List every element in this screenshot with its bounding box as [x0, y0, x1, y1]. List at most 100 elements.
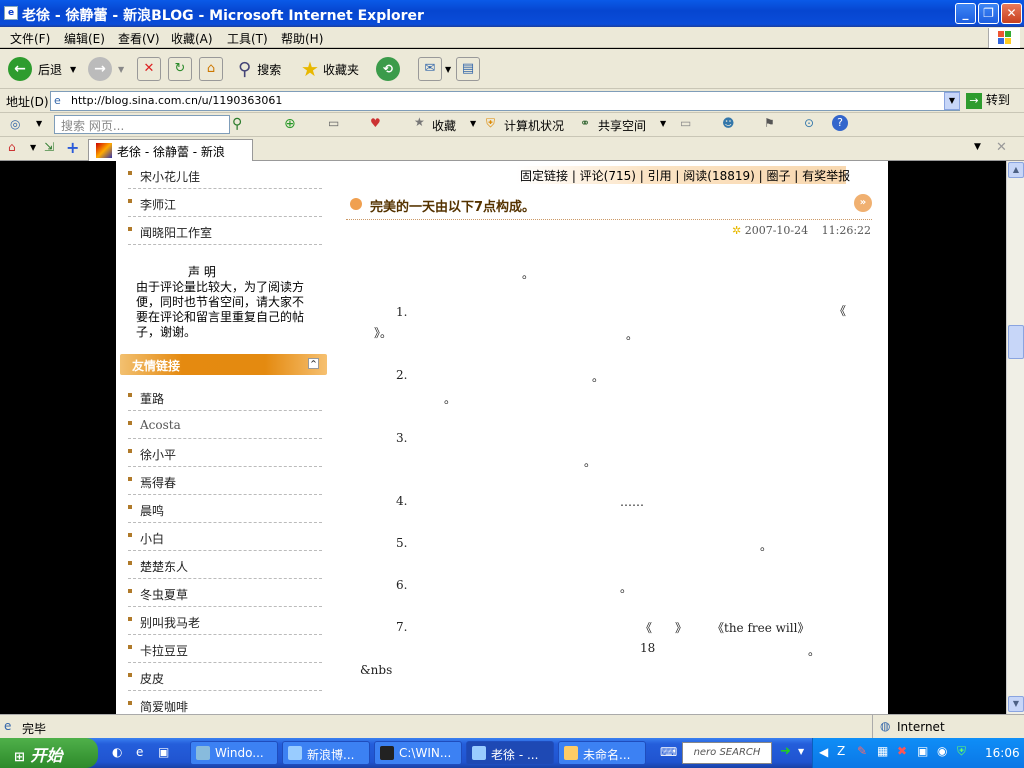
toolbar-logo-icon[interactable]: ◎ — [10, 117, 20, 131]
web-search-input[interactable]: 搜索 网页... — [54, 115, 230, 134]
scroll-thumb[interactable] — [1008, 325, 1024, 359]
friend-link[interactable]: 别叫我马老 — [128, 611, 322, 635]
new-tab-icon[interactable]: + — [66, 138, 79, 157]
go-button[interactable]: → 转到 — [966, 91, 1010, 109]
friend-link[interactable]: 卡拉豆豆 — [128, 639, 322, 663]
tray-app-icon[interactable]: ▣ — [917, 744, 928, 758]
task-button-active[interactable]: 老徐 - ... — [466, 741, 554, 765]
search-icon: ⚲ — [238, 58, 252, 80]
menu-favorites[interactable]: 收藏(A) — [171, 30, 213, 47]
menu-edit[interactable]: 编辑(E) — [64, 30, 105, 47]
menu-help[interactable]: 帮助(H) — [281, 30, 323, 47]
dropdown-arrow-icon[interactable]: ▼ — [445, 65, 451, 74]
menu-tools[interactable]: 工具(T) — [227, 30, 268, 47]
history-button[interactable]: ⟲ — [376, 55, 400, 83]
friend-link[interactable]: 皮皮 — [128, 667, 322, 691]
keyboard-icon[interactable]: ⌨ — [660, 745, 677, 759]
post-links[interactable]: 固定链接 | 评论(715) | 引用 | 阅读(18819) | 圈子 | 有… — [516, 166, 850, 184]
sidebar-link[interactable]: 宋小花儿佳 — [128, 165, 322, 189]
body-text: …… — [620, 495, 644, 509]
friend-link[interactable]: 董路 — [128, 387, 322, 411]
task-button[interactable]: C:\WIN... — [374, 741, 462, 765]
body-text: 《the free will》 — [712, 621, 810, 635]
window-icon[interactable]: ▭ — [680, 116, 691, 130]
expand-icon[interactable]: » — [854, 194, 872, 212]
mail-icon[interactable]: ♥ — [370, 116, 381, 130]
tab-list-icon[interactable]: ⇲ — [44, 140, 54, 154]
clock[interactable]: 16:06 — [985, 746, 1020, 760]
address-dropdown-icon[interactable]: ▼ — [944, 92, 960, 110]
vertical-scrollbar[interactable]: ▲ ▼ — [1006, 161, 1024, 714]
dropdown-arrow-icon[interactable]: ▼ — [36, 119, 42, 128]
collapse-icon[interactable]: ^ — [308, 358, 319, 369]
tab-menu-icon[interactable]: ▼ — [974, 142, 981, 152]
computer-status-link[interactable]: 计算机状况 — [504, 117, 564, 134]
scroll-down-icon[interactable]: ▼ — [1008, 696, 1024, 712]
dropdown-arrow-icon[interactable]: ▼ — [70, 65, 76, 74]
forward-button[interactable]: → ▼ — [88, 55, 124, 83]
add-icon[interactable]: ⊕ — [284, 116, 296, 132]
paint-icon — [564, 746, 578, 760]
friend-link[interactable]: 焉得春 — [128, 471, 322, 495]
dropdown-arrow-icon[interactable]: ▼ — [118, 65, 124, 74]
dropdown-arrow-icon[interactable]: ▼ — [470, 119, 476, 128]
stop-button[interactable]: ✕ — [137, 55, 161, 83]
minimize-button[interactable]: _ — [955, 3, 976, 24]
favorites-link[interactable]: 收藏 — [432, 117, 456, 134]
people-icon[interactable]: ☻ — [722, 116, 735, 130]
home-button[interactable]: ⌂ — [199, 55, 223, 83]
tray-app-icon[interactable]: ◉ — [937, 744, 947, 758]
close-tab-icon[interactable]: ✕ — [996, 140, 1007, 155]
dropdown-arrow-icon[interactable]: ▼ — [798, 747, 804, 756]
share-space-link[interactable]: 共享空间 — [598, 117, 646, 134]
up-circle-icon[interactable]: ⊙ — [804, 116, 814, 130]
task-button[interactable]: 新浪博... — [282, 741, 370, 765]
tray-chevron-icon[interactable]: ◀ — [819, 745, 828, 759]
friend-link[interactable]: 徐小平 — [128, 443, 322, 467]
address-input[interactable]: e http://blog.sina.com.cn/u/1190363061 — [50, 91, 960, 111]
dropdown-arrow-icon[interactable]: ▼ — [660, 119, 666, 128]
friend-link[interactable]: 简爱咖啡 — [128, 695, 322, 714]
menu-file[interactable]: 文件(F) — [10, 30, 50, 47]
list-number: 7. — [396, 620, 408, 634]
security-icon[interactable]: ⛨ — [957, 744, 966, 759]
friend-link[interactable]: 晨鸣 — [128, 499, 322, 523]
go-arrow-icon: → — [966, 93, 982, 109]
task-button[interactable]: 未命名... — [558, 741, 646, 765]
sidebar-link[interactable]: 李师江 — [128, 193, 322, 217]
network-icon[interactable]: ▦ — [877, 744, 888, 758]
start-button[interactable]: ⊞ 开始 — [0, 738, 98, 768]
edit-button[interactable]: ▤ — [456, 55, 480, 83]
friend-link[interactable]: 小白 — [128, 527, 322, 551]
search-button[interactable]: ⚲ 搜索 — [238, 55, 281, 83]
scroll-up-icon[interactable]: ▲ — [1008, 162, 1024, 178]
close-button[interactable]: ✕ — [1001, 3, 1022, 24]
rss-icon[interactable]: ⚑ — [764, 116, 775, 130]
quicklaunch-icon[interactable]: ◐ — [112, 745, 122, 759]
nero-search-box[interactable]: nero SEARCH — [682, 742, 772, 764]
friend-link[interactable]: 冬虫夏草 — [128, 583, 322, 607]
tab-active[interactable]: 老徐 - 徐静蕾 - 新浪BLOG — [88, 139, 253, 174]
maximize-button[interactable]: ❐ — [978, 3, 999, 24]
sidebar-link[interactable]: 闻晓阳工作室 — [128, 221, 322, 245]
ie-quicklaunch-icon[interactable]: e — [136, 745, 143, 759]
home-icon: ⌂ — [199, 57, 223, 81]
tray-app-icon[interactable]: Z — [837, 744, 845, 758]
form-icon[interactable]: ▭ — [328, 116, 339, 130]
mail-button[interactable]: ✉ ▼ — [418, 55, 451, 83]
desktop-quicklaunch-icon[interactable]: ▣ — [158, 745, 169, 759]
home-tab-icon[interactable]: ⌂ — [8, 140, 16, 154]
tray-app-icon[interactable]: ✖ — [897, 744, 907, 758]
back-button[interactable]: ← 后退 ▼ — [8, 55, 76, 83]
favorites-button[interactable]: ★ 收藏夹 — [301, 55, 359, 83]
dropdown-arrow-icon[interactable]: ▼ — [30, 143, 36, 152]
task-button[interactable]: Windo... — [190, 741, 278, 765]
friend-link[interactable]: 楚楚东人 — [128, 555, 322, 579]
friend-link[interactable]: Acosta — [128, 415, 322, 439]
menu-view[interactable]: 查看(V) — [118, 30, 160, 47]
go-arrow-icon[interactable]: ➜ — [780, 744, 791, 759]
tray-app-icon[interactable]: ✎ — [857, 744, 867, 758]
help-icon[interactable]: ? — [832, 115, 848, 131]
search-go-icon[interactable]: ⚲ — [232, 116, 242, 132]
refresh-button[interactable]: ↻ — [168, 55, 192, 83]
